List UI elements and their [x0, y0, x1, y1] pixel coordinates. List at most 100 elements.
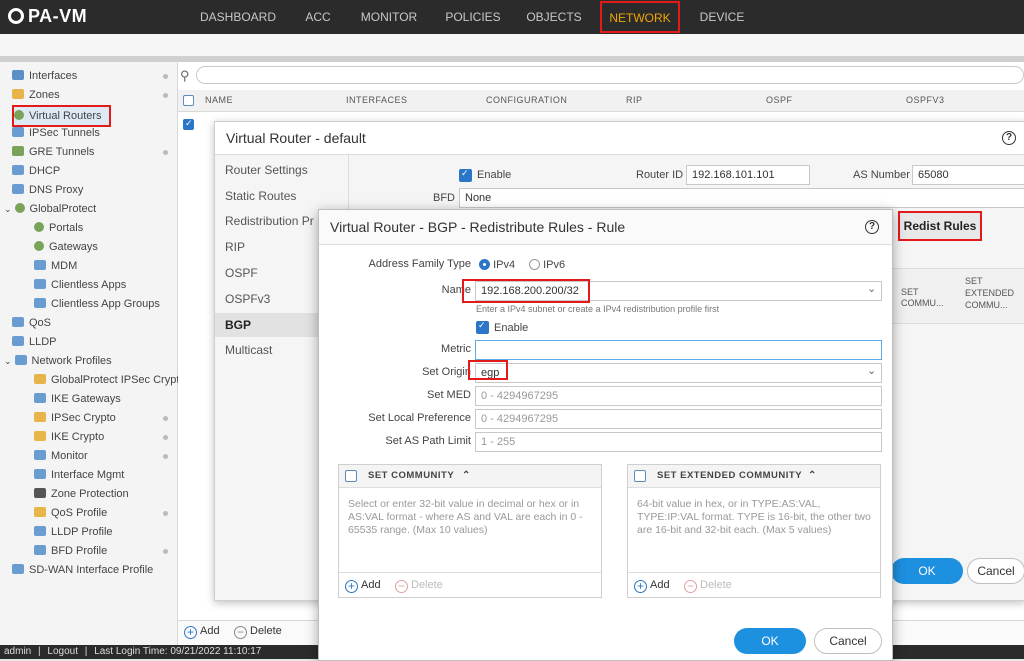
bfd-select[interactable]: None: [459, 188, 1024, 208]
tab-dashboard[interactable]: DASHBOARD: [196, 0, 280, 34]
chevron-up-icon[interactable]: ⌃: [462, 465, 471, 487]
set-local-pref-input[interactable]: 0 - 4294967295: [475, 409, 882, 429]
chevron-down-icon[interactable]: ⌄: [867, 364, 876, 377]
ext-community-add-button[interactable]: + Add: [634, 573, 670, 597]
ext-community-delete-button[interactable]: − Delete: [684, 573, 732, 597]
bgp-enable-checkbox[interactable]: [459, 169, 472, 182]
sidebar-item-ike-crypto[interactable]: IKE Crypto: [34, 428, 104, 447]
sidebar-item-gp-ipsec-crypto[interactable]: GlobalProtect IPSec Crypto: [34, 371, 186, 390]
tab-acc[interactable]: ACC: [296, 0, 340, 34]
sidebar-item-zones[interactable]: Zones: [12, 86, 60, 105]
chevron-down-icon[interactable]: ⌄: [867, 282, 876, 295]
sidebar-item-dhcp[interactable]: DHCP: [12, 162, 60, 181]
community-add-button[interactable]: + Add: [345, 573, 381, 597]
col-interfaces: INTERFACES: [346, 95, 408, 105]
router-id-input[interactable]: 192.168.101.101: [686, 165, 810, 185]
minus-icon: −: [234, 626, 247, 639]
sidebar-item-ipsec-tunnels[interactable]: IPSec Tunnels: [12, 124, 100, 143]
rule-ok-button[interactable]: OK: [734, 628, 806, 654]
sidebar-item-gateways[interactable]: Gateways: [34, 238, 98, 257]
sidebar-item-monitor[interactable]: Monitor: [34, 447, 88, 466]
sidebar-item-lldp-profile[interactable]: LLDP Profile: [34, 523, 113, 542]
sidebar-item-clientless-app-groups[interactable]: Clientless App Groups: [34, 295, 160, 314]
select-all-checkbox[interactable]: [183, 95, 194, 106]
sidebar-item-lldp[interactable]: LLDP: [12, 333, 57, 352]
sidebar-item-ipsec-crypto[interactable]: IPSec Crypto: [34, 409, 116, 428]
logo-icon: [8, 8, 24, 24]
help-icon[interactable]: ?: [1002, 131, 1016, 145]
portal-icon: [34, 222, 44, 232]
status-dot: [163, 511, 168, 516]
tab-redist-rules[interactable]: Redist Rules: [898, 211, 982, 241]
plus-icon: +: [345, 580, 358, 593]
router-id-label: Router ID: [636, 169, 684, 181]
tab-monitor[interactable]: MONITOR: [354, 0, 424, 34]
minus-icon: −: [395, 580, 408, 593]
last-login-time: Last Login Time: 09/21/2022 11:10:17: [94, 646, 262, 657]
globe-icon: [14, 203, 25, 213]
rule-enable-checkbox[interactable]: [476, 321, 489, 334]
vr-nav-bgp[interactable]: BGP: [225, 318, 251, 332]
plus-icon: +: [184, 626, 197, 639]
vr-nav-multicast[interactable]: Multicast: [225, 343, 272, 357]
set-community-header: SET COMMUNITY ⌃: [339, 465, 601, 488]
sidebar-item-clientless-apps[interactable]: Clientless Apps: [34, 276, 126, 295]
vr-nav-ospfv3[interactable]: OSPFv3: [225, 292, 270, 306]
tab-device[interactable]: DEVICE: [694, 0, 750, 34]
sidebar-item-portals[interactable]: Portals: [34, 219, 83, 238]
help-icon[interactable]: ?: [865, 220, 879, 234]
ipv6-radio[interactable]: IPv6: [529, 259, 565, 271]
sidebar-item-qos[interactable]: QoS: [12, 314, 51, 333]
sidebar-item-mdm[interactable]: MDM: [34, 257, 77, 276]
set-aspath-input[interactable]: 1 - 255: [475, 432, 882, 452]
vr-nav-router-settings[interactable]: Router Settings: [225, 163, 308, 177]
set-med-input[interactable]: 0 - 4294967295: [475, 386, 882, 406]
set-local-pref-label: Set Local Preference: [368, 412, 471, 424]
vr-nav-redistribution[interactable]: Redistribution Pr: [225, 214, 314, 228]
vr-cancel-button[interactable]: Cancel: [967, 558, 1024, 584]
sidebar-item-dns-proxy[interactable]: DNS Proxy: [12, 181, 83, 200]
tab-objects[interactable]: OBJECTS: [522, 0, 586, 34]
sidebar-item-gre-tunnels[interactable]: GRE Tunnels: [12, 143, 94, 162]
lock-icon: [34, 412, 46, 422]
rule-cancel-button[interactable]: Cancel: [814, 628, 882, 654]
metric-input[interactable]: [475, 340, 882, 360]
zones-icon: [12, 89, 24, 99]
as-number-input[interactable]: 65080: [912, 165, 1024, 185]
logout-link[interactable]: Logout: [47, 646, 78, 657]
sidebar-item-ike-gateways[interactable]: IKE Gateways: [34, 390, 121, 409]
sidebar: Interfaces Zones Virtual Routers IPSec T…: [0, 62, 186, 652]
vr-nav-rip[interactable]: RIP: [225, 240, 245, 254]
status-dot: [163, 435, 168, 440]
ipv4-radio[interactable]: IPv4: [479, 259, 515, 271]
search-input[interactable]: [196, 66, 1024, 84]
row-checkbox[interactable]: [183, 119, 194, 130]
sidebar-item-globalprotect[interactable]: ⌄ GlobalProtect: [4, 200, 96, 219]
add-button[interactable]: + Add: [184, 625, 220, 639]
sidebar-item-interface-mgmt[interactable]: Interface Mgmt: [34, 466, 124, 485]
set-origin-select[interactable]: egp: [475, 363, 882, 383]
set-community-checkbox[interactable]: [345, 470, 357, 482]
tab-policies[interactable]: POLICIES: [440, 0, 506, 34]
sidebar-item-network-profiles[interactable]: ⌄ Network Profiles: [4, 352, 112, 371]
sidebar-item-zone-protection[interactable]: Zone Protection: [34, 485, 129, 504]
sidebar-item-sdwan-profile[interactable]: SD-WAN Interface Profile: [12, 561, 153, 580]
col-rip: RIP: [626, 95, 643, 105]
set-ext-community-footer: + Add − Delete: [628, 572, 880, 597]
tab-network[interactable]: NETWORK: [600, 1, 680, 33]
sidebar-item-qos-profile[interactable]: QoS Profile: [34, 504, 107, 523]
col-ospf: OSPF: [766, 95, 793, 105]
sidebar-item-interfaces[interactable]: Interfaces: [12, 67, 77, 86]
community-delete-button[interactable]: − Delete: [395, 573, 443, 597]
ike-gateway-icon: [34, 393, 46, 403]
radio-icon: [529, 259, 540, 270]
vr-nav-static-routes[interactable]: Static Routes: [225, 189, 296, 203]
sidebar-item-bfd-profile[interactable]: BFD Profile: [34, 542, 107, 561]
set-origin-highlight: [468, 360, 508, 380]
vr-nav-ospf[interactable]: OSPF: [225, 266, 258, 280]
chevron-up-icon[interactable]: ⌃: [808, 465, 817, 487]
lldp-profile-icon: [34, 526, 46, 536]
set-ext-community-checkbox[interactable]: [634, 470, 646, 482]
delete-button[interactable]: − Delete: [234, 625, 282, 639]
vr-ok-button[interactable]: OK: [891, 558, 963, 584]
